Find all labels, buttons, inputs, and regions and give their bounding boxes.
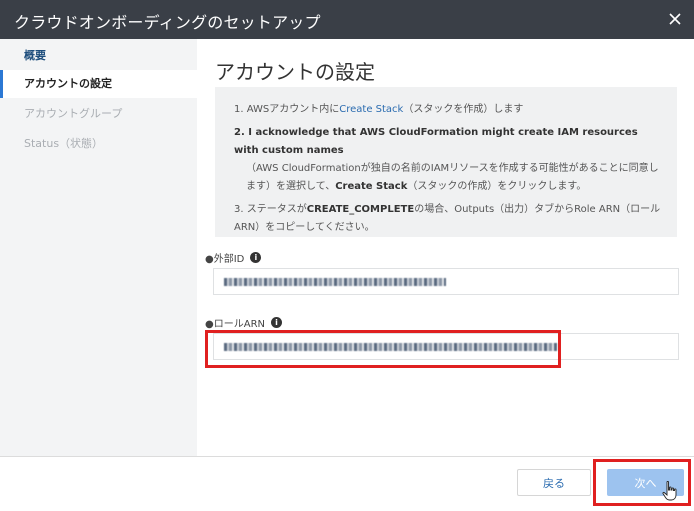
- role-arn-field[interactable]: [213, 333, 679, 360]
- sidebar: 概要 アカウントの設定 アカウントグループ Status（状態）: [0, 39, 197, 456]
- step-2-create-stack: Create Stack: [335, 181, 408, 192]
- instructions-panel: 1. AWSアカウント内にCreate Stack（スタックを作成）します 2.…: [215, 87, 677, 237]
- step-2-acknowledge-text: 2. I acknowledge that AWS CloudFormation…: [234, 127, 638, 156]
- role-arn-label: ●ロールARN i: [205, 315, 282, 330]
- external-id-label: ●外部ID i: [205, 250, 262, 265]
- redacted-role-arn: [224, 343, 557, 351]
- info-icon[interactable]: i: [271, 317, 282, 328]
- step-3: 3. ステータスがCREATE_COMPLETEの場合、Outputs（出力）タ…: [234, 201, 661, 237]
- sidebar-item-overview[interactable]: 概要: [0, 42, 197, 70]
- step-2: 2. I acknowledge that AWS CloudFormation…: [234, 124, 661, 196]
- dialog-title-bar: クラウドオンボーディングのセットアップ: [0, 0, 694, 39]
- step-2-detail: （AWS CloudFormationが独自の名前のIAMリソースを作成する可能…: [234, 160, 661, 196]
- step-1-text: 1. AWSアカウント内に: [234, 104, 340, 115]
- hand-cursor-icon: [662, 481, 677, 501]
- step-3-text: 3. ステータスが: [234, 204, 307, 215]
- step-1-suffix: （スタックを作成）します: [403, 104, 524, 115]
- external-id-field[interactable]: [213, 268, 679, 295]
- create-stack-link[interactable]: Create Stack: [339, 104, 403, 115]
- sidebar-item-status[interactable]: Status（状態）: [0, 130, 197, 158]
- dialog-title: クラウドオンボーディングのセットアップ: [14, 13, 321, 32]
- sidebar-item-account-settings[interactable]: アカウントの設定: [0, 70, 197, 98]
- sidebar-item-account-group[interactable]: アカウントグループ: [0, 100, 197, 128]
- info-icon[interactable]: i: [250, 252, 262, 263]
- step-2-end-text: （スタックの作成）をクリックします。: [407, 181, 587, 192]
- role-arn-label-text: ●ロールARN: [205, 319, 265, 330]
- step-1: 1. AWSアカウント内にCreate Stack（スタックを作成）します: [234, 101, 661, 119]
- back-button[interactable]: 戻る: [517, 469, 591, 496]
- external-id-label-text: ●外部ID: [205, 254, 245, 265]
- close-icon[interactable]: [668, 12, 682, 26]
- dialog-footer: 戻る 次へ: [0, 456, 694, 511]
- page-title: アカウントの設定: [215, 60, 375, 84]
- step-3-status: CREATE_COMPLETE: [306, 204, 415, 215]
- main-content: アカウントの設定 1. AWSアカウント内にCreate Stack（スタックを…: [197, 39, 694, 456]
- redacted-external-id: [224, 278, 446, 286]
